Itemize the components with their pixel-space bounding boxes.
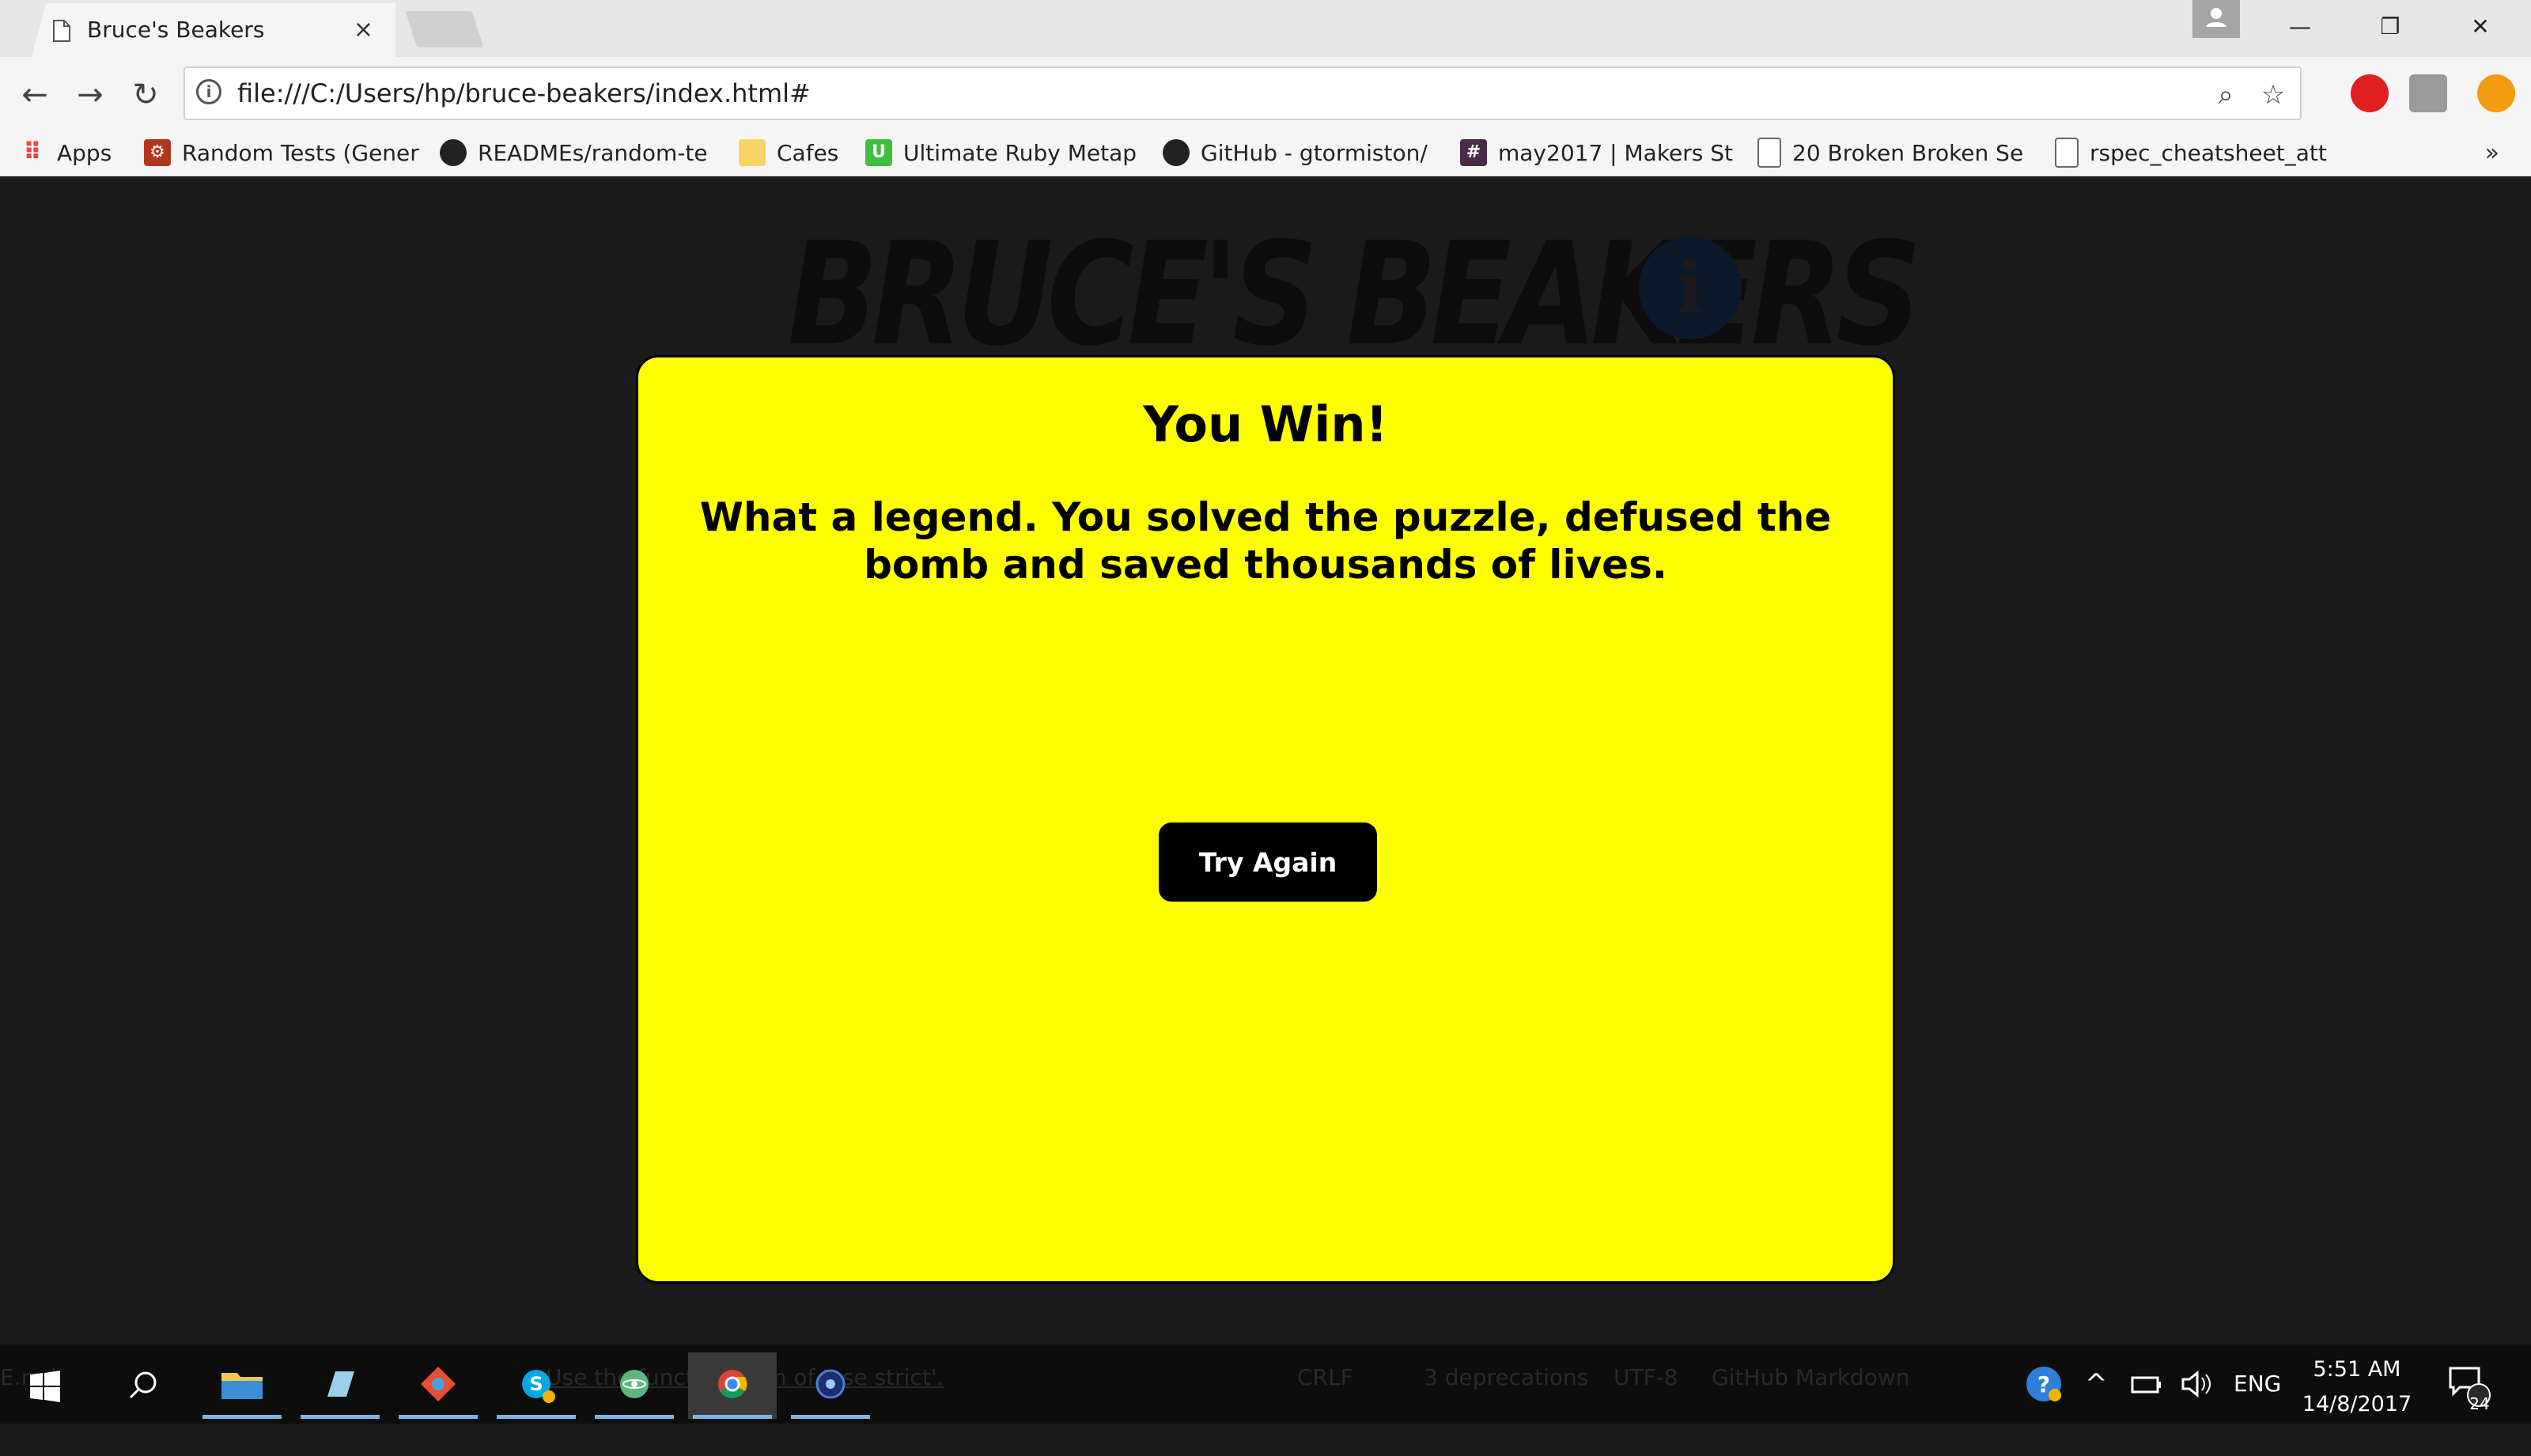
- back-icon[interactable]: ←: [13, 73, 57, 117]
- win-modal: You Win! What a legend. You solved the p…: [636, 355, 1895, 1284]
- clock-time: 5:51 AM: [2313, 1357, 2401, 1382]
- git-icon: [421, 1367, 456, 1401]
- clock-date: 14/8/2017: [2302, 1392, 2412, 1416]
- bookmark-label: Random Tests (Gener: [182, 140, 419, 166]
- svg-text:?: ?: [2037, 1371, 2050, 1397]
- bookmark-label: 20 Broken Broken Se: [1792, 140, 2024, 166]
- bookmark-broken-broken[interactable]: 20 Broken Broken Se: [1757, 131, 2023, 176]
- folder-icon: [739, 139, 766, 166]
- apps-grid-icon: ⠿: [23, 138, 42, 166]
- reload-icon[interactable]: ↻: [123, 73, 168, 117]
- skype-icon: S: [522, 1370, 555, 1403]
- bookmark-label: may2017 | Makers St: [1498, 140, 1734, 166]
- bookmark-star-icon[interactable]: ☆: [2254, 76, 2292, 114]
- taskbar-skype[interactable]: S: [492, 1352, 581, 1419]
- background-status-item: 3 deprecations: [1424, 1364, 1589, 1390]
- game-logo: BRUCE'S BEAKERS: [788, 212, 1921, 378]
- restore-button[interactable]: ❐: [2351, 0, 2430, 54]
- bookmark-label: READMEs/random-te: [478, 140, 708, 166]
- page-icon: [1757, 138, 1781, 168]
- tab-close-icon[interactable]: ×: [354, 3, 373, 57]
- action-center-button[interactable]: 24: [2446, 1344, 2493, 1424]
- bookmark-label: Cafes: [777, 140, 839, 166]
- battery-icon[interactable]: [2129, 1344, 2164, 1424]
- browser-toolbar: ← → ↻ i file:///C:/Users/hp/bruce-beaker…: [0, 57, 2531, 131]
- tab-title: Bruce's Beakers: [87, 17, 265, 43]
- bookmark-github-gtormiston[interactable]: GitHub - gtormiston/: [1163, 131, 1428, 176]
- url-text: file:///C:/Users/hp/bruce-beakers/index.…: [237, 78, 811, 108]
- browser-tab[interactable]: Bruce's Beakers ×: [32, 3, 395, 57]
- help-tray-icon[interactable]: ?: [2022, 1344, 2066, 1424]
- bookmark-cafes[interactable]: Cafes: [739, 131, 838, 176]
- extension-icon[interactable]: [2409, 74, 2447, 112]
- windows-taskbar: E.md Use the function form of 'use stric…: [0, 1344, 2531, 1424]
- profile-button[interactable]: [2192, 0, 2240, 38]
- update-extension-icon[interactable]: [2477, 74, 2515, 112]
- taskbar-git-app[interactable]: [394, 1352, 482, 1419]
- github-icon: [1163, 139, 1190, 166]
- atom-icon: [620, 1370, 649, 1398]
- minimize-button[interactable]: —: [2260, 0, 2340, 54]
- github-icon: [440, 139, 467, 166]
- page-content: BRUCE'S BEAKERS i You Win! What a legend…: [0, 176, 2531, 1344]
- try-again-button[interactable]: Try Again: [1159, 823, 1377, 902]
- bookmark-label: Ultimate Ruby Metap: [903, 140, 1137, 166]
- taskbar-file-explorer[interactable]: [198, 1352, 286, 1419]
- start-button[interactable]: [0, 1352, 87, 1419]
- bookmarks-bar: ⠿ Apps ⚙ Random Tests (Gener READMEs/rando…: [0, 131, 2531, 176]
- bookmarks-overflow-icon[interactable]: »: [2485, 131, 2499, 176]
- system-clock[interactable]: 5:51 AM 14/8/2017: [2294, 1352, 2420, 1422]
- close-window-button[interactable]: ✕: [2441, 0, 2520, 54]
- notification-count: 24: [2469, 1394, 2490, 1413]
- udemy-icon: U: [865, 139, 892, 166]
- modal-title: You Win!: [1143, 395, 1388, 453]
- slack-hash-icon: #: [1460, 139, 1487, 166]
- info-icon[interactable]: i: [1639, 236, 1742, 339]
- language-indicator[interactable]: ENG: [2234, 1344, 2281, 1424]
- svg-text:S: S: [529, 1373, 543, 1395]
- bookmark-label: GitHub - gtormiston/: [1201, 140, 1428, 166]
- zoom-icon[interactable]: ⌕: [2207, 76, 2245, 114]
- chevron-up-icon[interactable]: ^: [2085, 1344, 2108, 1424]
- page-icon: [2055, 138, 2079, 168]
- chrome-icon: [718, 1370, 747, 1398]
- bookmark-makers-slack[interactable]: # may2017 | Makers St: [1460, 131, 1733, 176]
- background-status-item: GitHub Markdown: [1712, 1364, 1910, 1390]
- search-button[interactable]: [100, 1352, 188, 1419]
- forward-icon[interactable]: →: [68, 73, 112, 117]
- adblock-extension-icon[interactable]: [2351, 74, 2389, 112]
- new-tab-button[interactable]: [405, 11, 484, 47]
- search-icon: [129, 1371, 157, 1399]
- windows-icon: [30, 1371, 60, 1402]
- bookmark-apps[interactable]: ⠿ Apps: [19, 131, 112, 176]
- taskbar-atom[interactable]: [590, 1352, 679, 1419]
- volume-icon[interactable]: [2180, 1344, 2215, 1424]
- bookmark-label: Apps: [57, 140, 112, 166]
- background-status-item: UTF-8: [1614, 1364, 1678, 1390]
- battery-glyph: [2131, 1376, 2161, 1394]
- address-bar[interactable]: i file:///C:/Users/hp/bruce-beakers/inde…: [183, 66, 2302, 120]
- bookmark-readmes[interactable]: READMEs/random-te: [440, 131, 708, 176]
- page-icon: [53, 20, 70, 42]
- tab-strip: Bruce's Beakers × — ❐ ✕: [0, 0, 2531, 57]
- taskbar-app[interactable]: [786, 1352, 875, 1419]
- bookmark-rspec-cheatsheet[interactable]: rspec_cheatsheet_att: [2055, 131, 2327, 176]
- user-icon: [2206, 8, 2226, 27]
- notepad-icon: [327, 1371, 354, 1397]
- app-icon: [815, 1369, 846, 1399]
- speaker-glyph: [2181, 1370, 2211, 1398]
- codewars-icon: ⚙: [144, 139, 171, 166]
- help-icon: ?: [2026, 1367, 2061, 1401]
- taskbar-chrome[interactable]: [688, 1352, 777, 1419]
- folder-icon: [221, 1373, 263, 1399]
- bookmark-ruby-metaprogramming[interactable]: U Ultimate Ruby Metap: [865, 131, 1137, 176]
- background-status-item: CRLF: [1297, 1364, 1353, 1390]
- bookmark-label: rspec_cheatsheet_att: [2090, 140, 2327, 166]
- site-info-icon[interactable]: i: [196, 79, 221, 104]
- taskbar-notes-app[interactable]: [296, 1352, 384, 1419]
- modal-message: What a legend. You solved the puzzle, de…: [699, 494, 1832, 588]
- bookmark-random-tests[interactable]: ⚙ Random Tests (Gener: [144, 131, 419, 176]
